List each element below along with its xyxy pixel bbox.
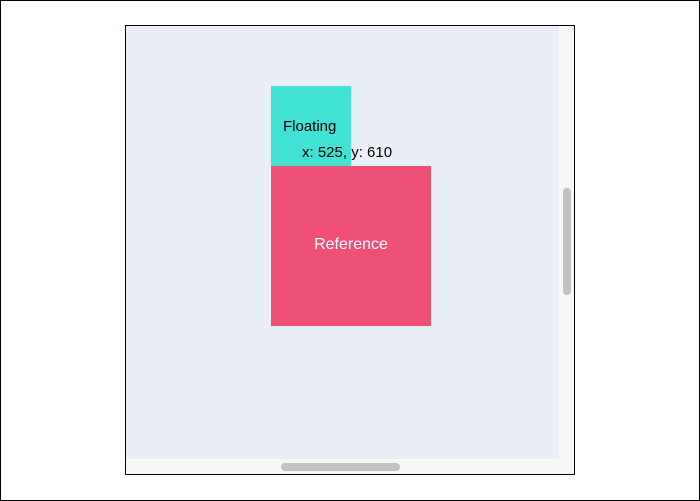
reference-label: Reference — [314, 236, 388, 253]
horizontal-scrollbar[interactable] — [126, 460, 559, 474]
floating-label: Floating — [283, 118, 337, 135]
reference-element[interactable]: Reference — [271, 166, 431, 326]
coordinates-readout: x: 525, y: 610 — [302, 144, 393, 161]
horizontal-scrollbar-thumb[interactable] — [281, 463, 400, 471]
scroll-container[interactable]: Floating Reference x: 525, y: 610 — [125, 25, 575, 475]
scrollbar-corner — [560, 460, 574, 474]
vertical-scrollbar[interactable] — [560, 26, 574, 459]
scroll-viewport: Floating Reference x: 525, y: 610 — [126, 26, 559, 459]
vertical-scrollbar-thumb[interactable] — [563, 188, 571, 295]
